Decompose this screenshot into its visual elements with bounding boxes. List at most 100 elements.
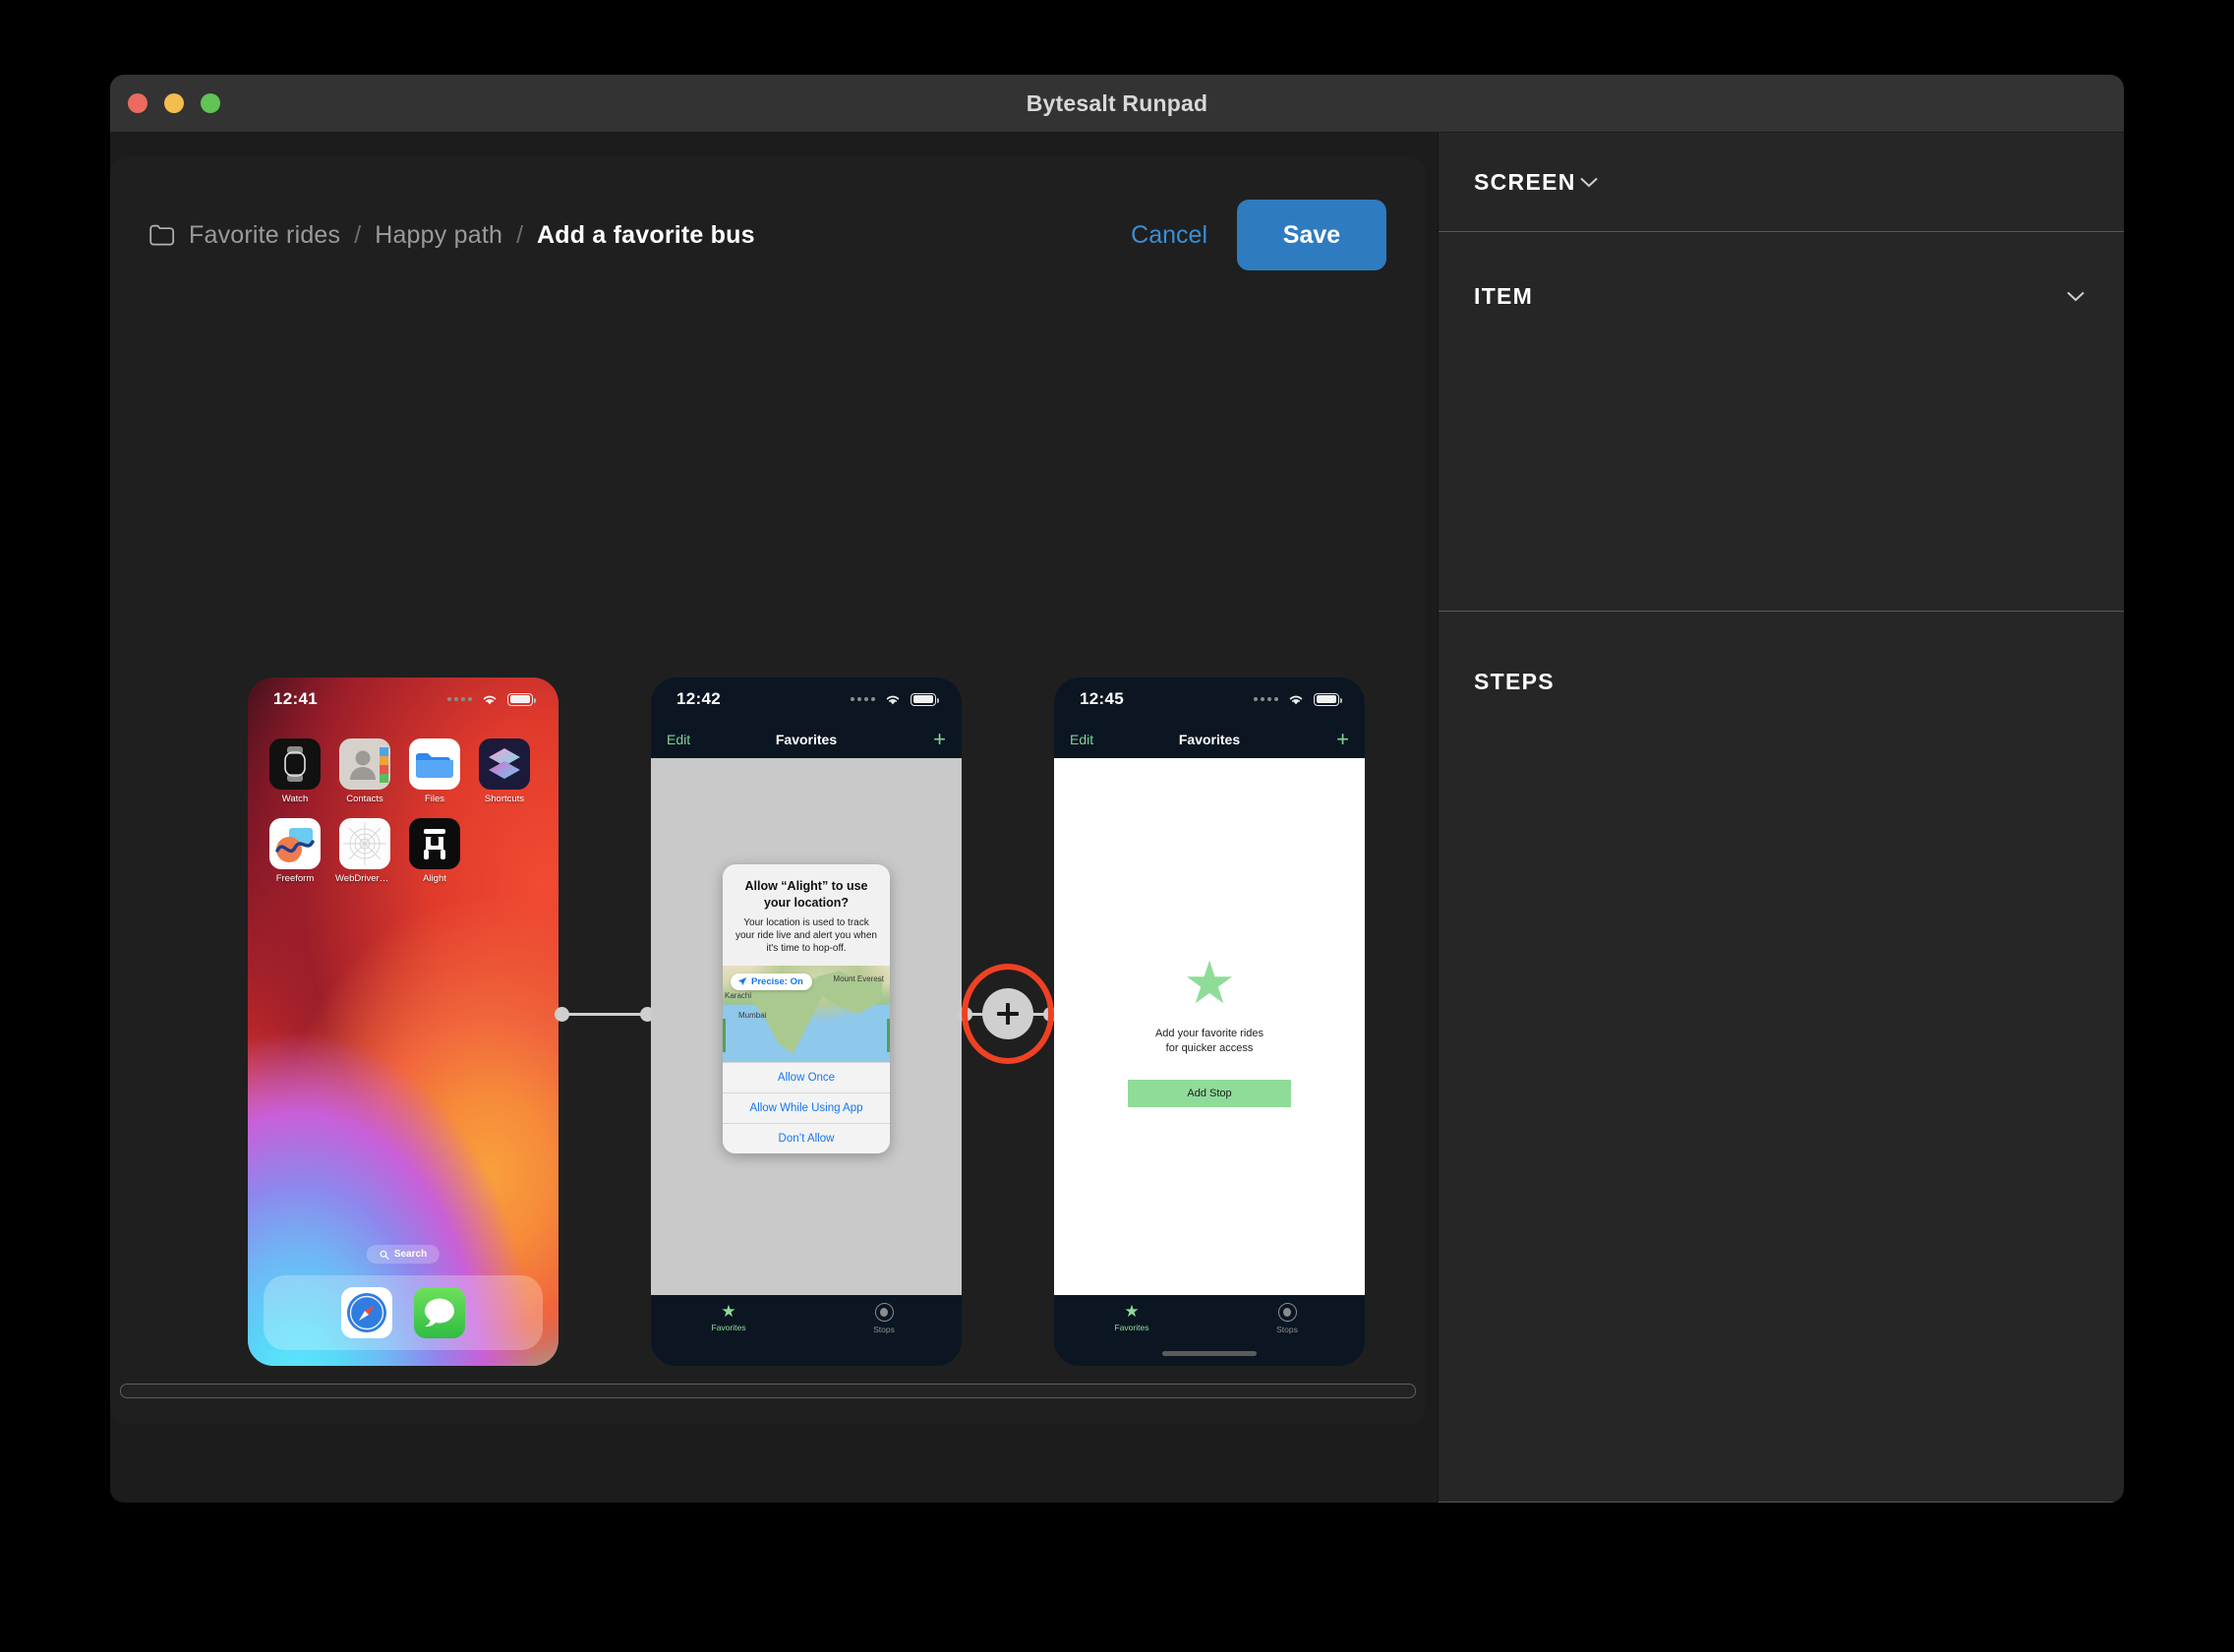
connector-endpoint[interactable] <box>555 1007 569 1022</box>
navbar-title: Favorites <box>1178 732 1241 747</box>
section-title: ITEM <box>1474 283 1534 309</box>
star-icon: ★ <box>1124 1302 1140 1321</box>
breadcrumb: Favorite rides / Happy path / Add a favo… <box>149 221 1101 250</box>
add-icon[interactable]: + <box>933 729 946 750</box>
flow-editor: Favorite rides / Happy path / Add a favo… <box>110 133 1438 1503</box>
app-shortcuts[interactable]: Shortcuts <box>479 738 530 804</box>
status-bar: 12:45 <box>1054 678 1365 721</box>
home-app-row: Freeform WebDriverAg Alight <box>269 818 537 884</box>
status-bar: 12:42 <box>651 678 962 721</box>
section-header[interactable]: STEPS <box>1439 612 2124 695</box>
window-title: Bytesalt Runpad <box>1026 89 1208 116</box>
stop-circle-icon <box>874 1303 894 1322</box>
allow-while-using-button[interactable]: Allow While Using App <box>723 1092 890 1123</box>
alert-header: Allow “Alight” to use your location? You… <box>723 864 890 966</box>
chevron-down-icon[interactable] <box>2063 283 2088 309</box>
signal-icon <box>1254 697 1278 701</box>
canvas-horizontal-scrollbar[interactable] <box>120 1384 1416 1398</box>
files-icon <box>409 738 460 790</box>
breadcrumb-item-1[interactable]: Happy path <box>375 221 502 250</box>
shortcuts-icon <box>479 738 530 790</box>
inspector-section-steps: STEPS <box>1439 612 2124 1503</box>
search-icon <box>380 1250 389 1260</box>
flow-graph: 12:41 Watch Contacts Files Shortcuts Fre… <box>248 678 1365 1366</box>
tab-favorites[interactable]: ★ Favorites <box>1054 1303 1209 1332</box>
star-icon: ★ <box>1183 950 1236 1017</box>
app-files[interactable]: Files <box>409 738 460 804</box>
add-icon[interactable]: + <box>1336 729 1349 750</box>
location-permission-alert: Allow “Alight” to use your location? You… <box>723 864 890 1153</box>
flow-node-screen-1[interactable]: 12:41 Watch Contacts Files Shortcuts Fre… <box>248 678 558 1366</box>
app-contacts[interactable]: Contacts <box>339 738 390 804</box>
location-arrow-icon <box>737 976 747 986</box>
app-watch[interactable]: Watch <box>269 738 321 804</box>
allow-once-button[interactable]: Allow Once <box>723 1061 890 1092</box>
alight-icon <box>409 818 460 870</box>
add-stop-button[interactable]: Add Stop <box>1128 1079 1291 1107</box>
home-search-label: Search <box>393 1249 428 1260</box>
chevron-down-icon[interactable] <box>1576 169 1602 195</box>
battery-icon <box>911 692 939 706</box>
tab-stops[interactable]: Stops <box>1209 1303 1365 1334</box>
section-header[interactable]: ITEM <box>1439 232 2124 310</box>
app-label: Watch <box>281 795 309 804</box>
app-tabbar: ★ Favorites Stops <box>651 1295 962 1366</box>
status-time: 12:42 <box>676 689 721 708</box>
app-window: Bytesalt Runpad Favorite rides / Happy p… <box>110 75 2124 1503</box>
wifi-icon <box>886 695 900 704</box>
dont-allow-button[interactable]: Don’t Allow <box>723 1122 890 1153</box>
map-label-karachi: Karachi <box>725 990 752 1000</box>
inspector-section-item: ITEM <box>1439 232 2124 612</box>
breadcrumb-separator: / <box>354 220 362 249</box>
save-button[interactable]: Save <box>1237 200 1386 270</box>
app-label: Freeform <box>275 874 315 885</box>
tab-label: Stops <box>1276 1325 1298 1334</box>
messages-icon[interactable] <box>414 1287 465 1338</box>
cancel-button[interactable]: Cancel <box>1101 221 1237 250</box>
editor-toolbar: Favorite rides / Happy path / Add a favo… <box>110 156 1426 314</box>
add-step-button[interactable] <box>982 988 1033 1039</box>
flow-node-screen-3[interactable]: 12:45 Edit Favorites + ★ Add your favori… <box>1054 678 1365 1366</box>
home-indicator <box>1162 1351 1257 1356</box>
breadcrumb-item-current: Add a favorite bus <box>537 220 755 249</box>
signal-icon <box>851 697 875 701</box>
connector-line <box>558 1013 651 1016</box>
section-title: STEPS <box>1474 669 1555 694</box>
tab-favorites[interactable]: ★ Favorites <box>651 1303 806 1332</box>
flow-connector-2 <box>958 678 1058 1366</box>
star-icon: ★ <box>721 1302 736 1321</box>
home-dock <box>264 1275 543 1350</box>
map-selection-edge <box>887 1019 890 1052</box>
app-alight[interactable]: Alight <box>409 818 460 884</box>
contacts-icon <box>339 738 390 790</box>
app-navbar: Edit Favorites + <box>651 721 962 758</box>
map-label-mumbai: Mumbai <box>738 1010 767 1020</box>
safari-icon[interactable] <box>341 1287 392 1338</box>
map-selection-edge <box>723 1019 726 1052</box>
app-label: WebDriverAge... <box>335 874 394 885</box>
screen-content: Allow “Alight” to use your location? You… <box>651 758 962 1303</box>
precise-location-badge[interactable]: Precise: On <box>731 973 812 990</box>
navbar-title: Favorites <box>775 732 838 747</box>
wifi-icon <box>1289 695 1303 704</box>
inspector-panel: SCREEN ITEM STEPS <box>1438 133 2124 1503</box>
app-webdriveragent[interactable]: WebDriverAge... <box>335 818 394 884</box>
webdriveragent-icon <box>339 818 390 870</box>
app-freeform[interactable]: Freeform <box>269 818 321 884</box>
section-header[interactable]: SCREEN <box>1439 133 1637 231</box>
wifi-icon <box>483 695 497 704</box>
stop-circle-icon <box>1277 1303 1297 1322</box>
app-label: Files <box>424 795 445 804</box>
home-app-grid: Watch Contacts Files Shortcuts Freeform … <box>269 738 537 899</box>
alert-title: Allow “Alight” to use your location? <box>744 879 868 910</box>
tab-stops[interactable]: Stops <box>806 1303 962 1334</box>
tab-label: Stops <box>873 1325 895 1334</box>
inspector-section-screen: SCREEN <box>1439 133 2124 232</box>
tab-label: Favorites <box>711 1323 746 1332</box>
alert-message: Your location is used to track your ride… <box>735 917 877 955</box>
flow-node-screen-2[interactable]: 12:42 Edit Favorites + Allow “Alight” to… <box>651 678 962 1366</box>
home-search-pill[interactable]: Search <box>366 1245 441 1264</box>
flow-canvas[interactable]: 12:41 Watch Contacts Files Shortcuts Fre… <box>110 314 1426 1424</box>
empty-state-text: Add your favorite rides for quicker acce… <box>1154 1028 1264 1054</box>
breadcrumb-item-0[interactable]: Favorite rides <box>189 221 340 250</box>
